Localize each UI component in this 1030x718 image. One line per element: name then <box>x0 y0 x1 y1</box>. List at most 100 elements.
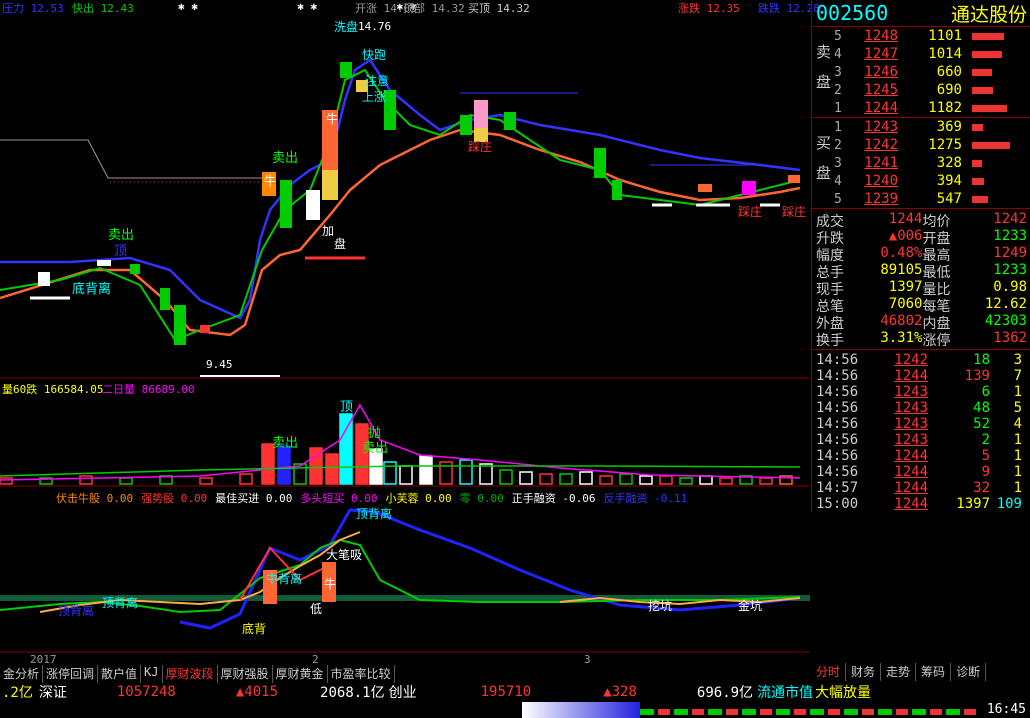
ind-big-buy: 大笔吸 <box>326 548 363 562</box>
candle <box>474 100 488 128</box>
ind-gold: 金坑 <box>738 599 763 613</box>
ma-blue <box>0 58 801 320</box>
ind-low: 低 <box>310 602 323 616</box>
indicator-value: 强势股 0.00 <box>141 492 208 505</box>
tick-price: 1243 <box>894 432 928 448</box>
order-row[interactable]: 4 1247 1014 <box>834 45 1030 63</box>
stats-table: 成交 1244 均价 1242 升跌 ▲006 开盘 1233 幅度 0.48% 最高 1249 总手 8… <box>812 209 1030 350</box>
stat-key: 量比 <box>922 282 951 298</box>
stat-value: 89105 <box>880 262 923 278</box>
order-price: 1243 <box>864 119 898 135</box>
stat-key: 均价 <box>922 214 951 230</box>
stat-key: 每笔 <box>922 299 951 315</box>
tick-time: 15:00 <box>816 496 859 512</box>
stat-value: 1362 <box>993 330 1027 346</box>
order-row[interactable]: 4 1240 394 <box>834 172 1030 190</box>
candle <box>130 264 140 274</box>
volume-bar <box>559 473 573 485</box>
step-pit-1: 踩庄 <box>468 140 493 154</box>
tick-volume: 2 <box>981 432 990 448</box>
vol-top-marker: 顶 <box>340 400 354 415</box>
order-level: 4 <box>834 46 842 62</box>
top-signal: 顶 <box>114 244 128 259</box>
sell-side-label: 卖盘 <box>816 43 832 91</box>
clock: 16:45 <box>986 702 1026 717</box>
tick-count: 1 <box>1013 480 1022 496</box>
tick-count: 1 <box>1013 464 1022 480</box>
tick-row: 15:00 1244 1397 109 <box>816 496 1027 512</box>
status-market-cap: 流通市值 <box>757 685 814 701</box>
hold-marker: 盘 <box>334 237 347 251</box>
tab-indicator[interactable]: 散户值 <box>98 665 142 683</box>
stat-value: ▲006 <box>888 228 923 244</box>
order-row[interactable]: 1 1244 1182 <box>834 99 1030 117</box>
tick-time: 14:56 <box>816 464 859 480</box>
tick-count: 7 <box>1013 368 1022 384</box>
order-level: 1 <box>834 100 842 116</box>
tab-indicator[interactable]: 厚财黄金 <box>273 665 328 683</box>
order-row[interactable]: 3 1246 660 <box>834 63 1030 81</box>
order-row[interactable]: 3 1241 328 <box>834 154 1030 172</box>
volume-bar <box>239 473 253 485</box>
kline-chart[interactable] <box>0 0 810 665</box>
tick-row: 14:56 1243 2 1 <box>816 432 1027 448</box>
order-price: 1239 <box>864 191 898 207</box>
volume-bar <box>339 413 353 485</box>
stat-key: 成交 <box>816 214 844 230</box>
tick-time: 14:56 <box>816 352 859 368</box>
order-volume-bar <box>972 104 1007 112</box>
tab-indicator[interactable]: 市盈率比较 <box>328 665 395 683</box>
order-row[interactable]: 2 1245 690 <box>834 81 1030 99</box>
tab-indicator[interactable]: 涨停回调 <box>43 665 99 683</box>
tick-price: 1243 <box>894 384 928 400</box>
order-row[interactable]: 2 1242 1275 <box>834 136 1030 154</box>
tab-indicator[interactable]: KJ <box>141 665 163 683</box>
stat-row: 成交 1244 均价 1242 <box>816 211 1027 230</box>
indicator-value: 多头短买 0.00 <box>300 492 378 505</box>
bull-marker-2: 牛 <box>326 112 339 126</box>
tab-indicator[interactable]: 金分析 <box>0 665 44 683</box>
step-pit-3: 踩庄 <box>782 205 807 219</box>
buy-orders: 买盘 1 1243 369 2 1242 1275 3 1241 328 4 1240 394 5 123… <box>812 118 1030 209</box>
indicator-value: 小芙蓉 0.00 <box>385 492 452 505</box>
stat-value: 1244 <box>888 211 923 227</box>
order-level: 5 <box>834 28 842 44</box>
candle <box>612 180 622 200</box>
tick-volume: 6 <box>981 384 990 400</box>
stock-code[interactable]: 002560 <box>816 1 888 25</box>
order-volume-bar <box>972 141 1010 149</box>
tab-indicator[interactable]: 厚财波段 <box>163 665 218 683</box>
stock-name[interactable]: 通达股份 <box>951 0 1027 27</box>
order-volume: 394 <box>936 173 962 189</box>
market-strip <box>640 709 980 715</box>
stat-value: 1249 <box>993 245 1027 261</box>
tick-time: 14:56 <box>816 368 859 384</box>
note-marker: 注意 <box>365 74 390 88</box>
volume-bar <box>699 475 713 485</box>
center-label-b: 顶部 14.32 <box>403 2 465 15</box>
tick-count: 3 <box>1013 352 1022 368</box>
order-volume: 1275 <box>928 137 962 153</box>
order-volume: 547 <box>936 191 962 207</box>
order-volume: 1101 <box>928 28 962 44</box>
tab-indicator[interactable]: 厚财强股 <box>218 665 273 683</box>
ind-bull: 牛 <box>324 577 337 591</box>
chart-area[interactable]: 压力 12.53 快出 12.43 ✱ ✱ ✱ ✱ ✱ ✱ 开涨 14.05 顶… <box>0 0 820 666</box>
indicator-value: 零 0.00 <box>459 492 504 505</box>
volume-bar <box>0 477 13 485</box>
volume-bar <box>539 473 553 485</box>
tick-volume: 9 <box>981 464 990 480</box>
bottom-divergence: 底背离 <box>72 282 112 297</box>
order-level: 2 <box>834 82 842 98</box>
stat-row: 现手 1397 量比 0.98 <box>816 279 1027 298</box>
tick-price: 1244 <box>894 368 928 384</box>
order-price: 1245 <box>864 82 898 98</box>
volume-bar <box>619 473 633 485</box>
tick-count: 5 <box>1013 400 1022 416</box>
order-row[interactable]: 1 1243 369 <box>834 118 1030 136</box>
status-bar: .2亿 深证 1057248 ▲4015 2068.1亿 创业 195710 ▲… <box>0 683 1030 718</box>
order-row[interactable]: 5 1248 1101 <box>834 27 1030 45</box>
order-row[interactable]: 5 1239 547 <box>834 190 1030 208</box>
stat-value: 0.48% <box>880 245 923 261</box>
stat-row: 升跌 ▲006 开盘 1233 <box>816 228 1027 247</box>
